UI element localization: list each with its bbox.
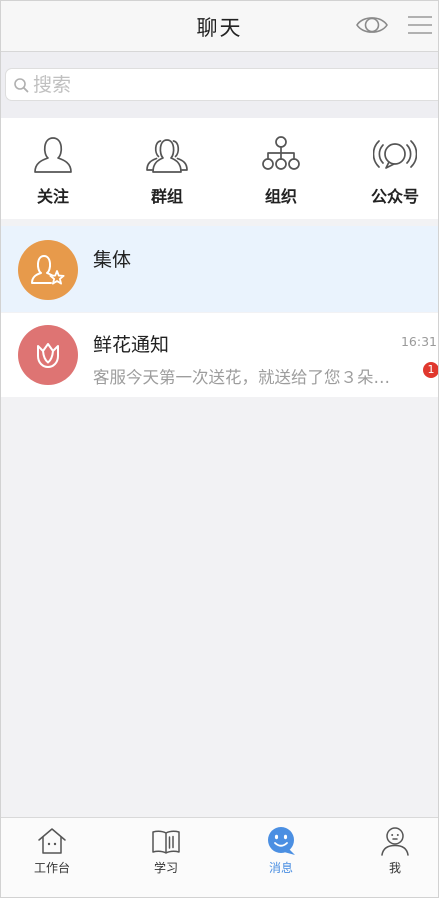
- category-label: 组织: [264, 187, 297, 206]
- unread-badge: 1: [423, 362, 439, 378]
- broadcast-icon: [373, 133, 417, 177]
- search-bar-area: [0, 52, 439, 118]
- flower-icon: [18, 325, 78, 385]
- menu-icon[interactable]: [406, 12, 434, 38]
- search-icon: [13, 77, 29, 93]
- search-input[interactable]: [33, 69, 435, 100]
- chat-title: 集体: [93, 249, 132, 271]
- tab-label: 学习: [153, 861, 178, 875]
- tab-messages[interactable]: 消息: [237, 818, 325, 897]
- avatar: [18, 240, 78, 300]
- category-organization[interactable]: 组织: [237, 118, 325, 219]
- category-label: 关注: [36, 187, 69, 206]
- category-official-accounts[interactable]: 公众号: [351, 118, 439, 219]
- category-label: 公众号: [370, 187, 419, 206]
- message-icon: [265, 825, 297, 857]
- avatar: [18, 325, 78, 385]
- header-bar: 聊天: [0, 0, 439, 52]
- chat-preview: 客服今天第一次送花，就送给了您３朵…: [93, 368, 390, 387]
- chat-item-flower-notice[interactable]: 鲜花通知 16:31 客服今天第一次送花，就送给了您３朵… 1: [0, 313, 439, 397]
- tab-label: 工作台: [33, 861, 70, 875]
- tab-workbench[interactable]: 工作台: [8, 818, 96, 897]
- tab-label: 消息: [268, 861, 293, 875]
- follow-person-icon: [31, 133, 75, 177]
- search-box[interactable]: [5, 68, 439, 101]
- chat-timestamp: 16:31: [400, 334, 437, 349]
- person-star-icon: [18, 240, 78, 300]
- chat-title: 鲜花通知: [93, 334, 170, 356]
- category-groups[interactable]: 群组: [123, 118, 211, 219]
- tab-label: 我: [388, 861, 401, 875]
- book-icon: [150, 825, 182, 857]
- eye-icon[interactable]: [355, 12, 389, 38]
- tab-me[interactable]: 我: [351, 818, 439, 897]
- group-icon: [145, 133, 189, 177]
- chat-item-collective[interactable]: 集体: [0, 226, 439, 312]
- org-chart-icon: [259, 133, 303, 177]
- workbench-icon: [36, 825, 68, 857]
- category-row: 关注 群组 组织 公众号: [0, 118, 439, 219]
- category-label: 群组: [150, 187, 183, 206]
- bottom-tab-bar: 工作台 学习 消息 我: [0, 817, 439, 898]
- tab-study[interactable]: 学习: [122, 818, 210, 897]
- category-follow[interactable]: 关注: [9, 118, 97, 219]
- profile-icon: [379, 825, 411, 857]
